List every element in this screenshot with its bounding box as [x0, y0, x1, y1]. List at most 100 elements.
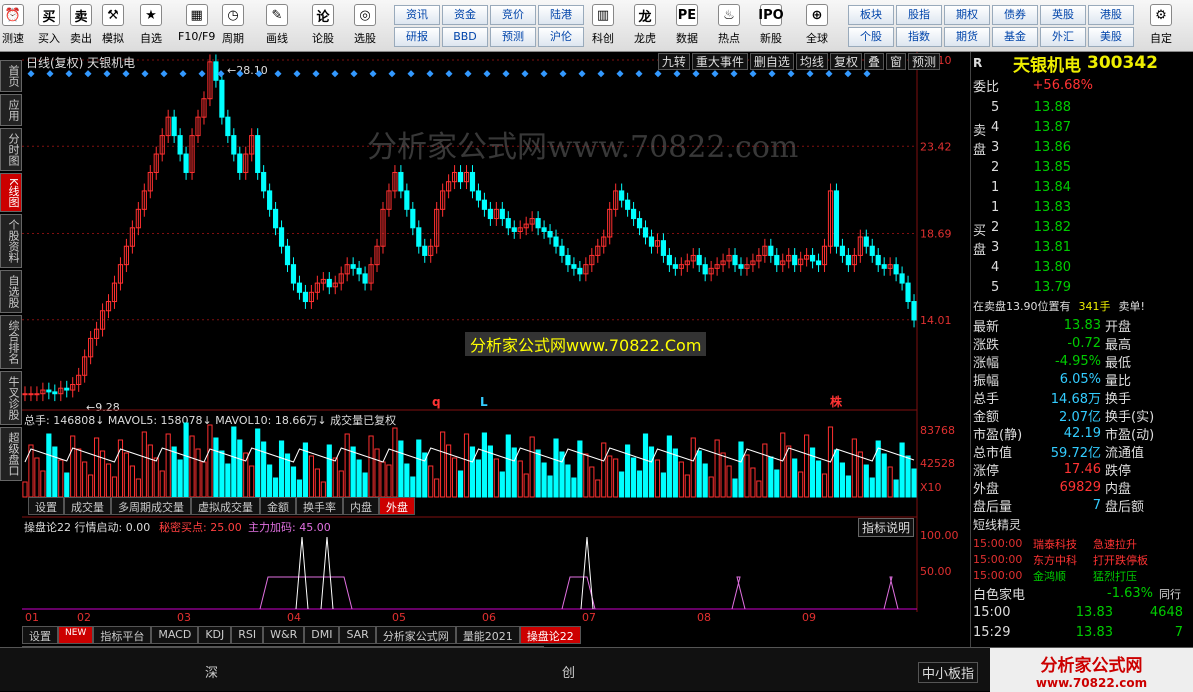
toolbar-买入[interactable]: 买买入 — [38, 4, 60, 50]
chart-tool-窗[interactable]: 窗 — [885, 53, 906, 70]
toolbar-icon-3-icon: ⚒ — [102, 4, 124, 26]
toolbar-周期[interactable]: ◷ 周期 — [222, 4, 244, 50]
toolbar-数据[interactable]: PE 数据 — [676, 4, 698, 50]
candle — [272, 201, 279, 236]
subtab-设置[interactable]: 设置 — [28, 497, 64, 515]
toolbar-热点[interactable]: ♨ 热点 — [718, 4, 740, 50]
grid-btn-预测[interactable]: 预测 — [490, 27, 536, 47]
toolbar-自选[interactable]: ★ 自选 — [140, 4, 162, 50]
left-tab-1[interactable]: 应用 — [0, 94, 22, 126]
subtab-金额[interactable]: 金额 — [260, 497, 296, 515]
toolbar-卖出[interactable]: 卖卖出 — [70, 4, 92, 50]
chart-tool-复权[interactable]: 复权 — [829, 53, 862, 70]
grid-btn-期货[interactable]: 期货 — [944, 27, 990, 47]
indicator-tab-操盘论22[interactable]: 操盘论22 — [519, 626, 581, 644]
candle — [493, 201, 499, 226]
chart-tool-均线[interactable]: 均线 — [795, 53, 828, 70]
market-sz[interactable]: 深 — [205, 662, 218, 681]
toolbar-模拟[interactable]: ⚒ 模拟 — [102, 4, 124, 50]
toolbar-全球[interactable]: ⊕ 全球 — [806, 4, 828, 50]
candle — [344, 257, 350, 282]
peers-button[interactable]: 同行 — [1159, 586, 1181, 602]
grid-btn-研报[interactable]: 研报 — [394, 27, 440, 47]
toolbar-科创[interactable]: ▥ 科创 — [592, 4, 614, 50]
left-tab-3[interactable]: K线图 — [0, 173, 22, 213]
left-tab-2[interactable]: 分时图 — [0, 128, 22, 171]
market-cy[interactable]: 创 — [562, 662, 575, 681]
grid-btn-基金[interactable]: 基金 — [992, 27, 1038, 47]
subtab-虚拟成交量[interactable]: 虚拟成交量 — [191, 497, 260, 515]
grid-btn-英股[interactable]: 英股 — [1040, 5, 1086, 25]
event-marker — [369, 70, 377, 78]
chart-area[interactable]: 28.1023.4218.6914.01←28.10←9.28qL株总手: 14… — [22, 52, 970, 664]
indicator-tab-KDJ[interactable]: KDJ — [198, 626, 232, 644]
grid-btn-股指[interactable]: 股指 — [896, 5, 942, 25]
chart-tool-叠[interactable]: 叠 — [863, 53, 884, 70]
left-tab-0[interactable]: 首页 — [0, 60, 22, 92]
volume-bar — [392, 427, 398, 498]
subtab-多周期成交量[interactable]: 多周期成交量 — [111, 497, 191, 515]
grid-btn-债券[interactable]: 债券 — [992, 5, 1038, 25]
grid-btn-资讯[interactable]: 资讯 — [394, 5, 440, 25]
indicator-tab-SAR[interactable]: SAR — [339, 626, 376, 644]
volume-bar — [362, 472, 368, 498]
grid-btn-板块[interactable]: 板块 — [848, 5, 894, 25]
indicator-tab-量能2021[interactable]: 量能2021 — [455, 626, 520, 644]
grid-btn-港股[interactable]: 港股 — [1088, 5, 1134, 25]
indicator-tab-分析家公式网[interactable]: 分析家公式网 — [375, 626, 456, 644]
indicator-tab-NEW[interactable]: NEW — [58, 626, 94, 644]
volume-bar — [625, 444, 631, 498]
grid-btn-指数[interactable]: 指数 — [896, 27, 942, 47]
volume-bar — [255, 428, 261, 498]
chart-tool-重大事件[interactable]: 重大事件 — [691, 53, 748, 70]
toolbar-画线[interactable]: ✎ 画线 — [266, 4, 288, 50]
chart-tool-九转[interactable]: 九转 — [657, 53, 690, 70]
stat-label: 市盈(静) — [973, 428, 1023, 443]
grid-btn-陆港[interactable]: 陆港 — [538, 5, 584, 25]
grid-btn-资金[interactable]: 资金 — [442, 5, 488, 25]
left-tab-6[interactable]: 综合排名 — [0, 315, 22, 370]
indicator-help-button[interactable]: 指标说明 — [858, 518, 915, 537]
left-tab-7[interactable]: 牛叉诊股 — [0, 371, 22, 426]
subtab-内盘[interactable]: 内盘 — [343, 497, 379, 515]
toolbar-新股[interactable]: IPO 新股 — [758, 4, 784, 50]
candle — [821, 238, 828, 273]
grid-btn-美股[interactable]: 美股 — [1088, 27, 1134, 47]
volume-bar — [798, 471, 804, 498]
event-marker — [274, 70, 282, 78]
volume-bar — [308, 455, 314, 498]
indicator-tab-W&R[interactable]: W&R — [263, 626, 305, 644]
grid-btn-竞价[interactable]: 竞价 — [490, 5, 536, 25]
toolbar-论股[interactable]: 论论股 — [312, 4, 334, 50]
subtab-成交量[interactable]: 成交量 — [64, 497, 111, 515]
volume-bar — [368, 435, 374, 498]
indicator-tab-MACD[interactable]: MACD — [151, 626, 199, 644]
indicator-tab-RSI[interactable]: RSI — [231, 626, 264, 644]
indicator-tab-指标平台[interactable]: 指标平台 — [93, 626, 152, 644]
chart-tool-删自选[interactable]: 删自选 — [749, 53, 794, 70]
stock-code: 300342 — [1087, 53, 1158, 73]
flow-stock[interactable]: 金鸿顺 — [1033, 568, 1093, 584]
grid-btn-期权[interactable]: 期权 — [944, 5, 990, 25]
toolbar-icon2-4-icon: IPO — [758, 4, 784, 26]
grid-btn-外汇[interactable]: 外汇 — [1040, 27, 1086, 47]
subtab-换手率[interactable]: 换手率 — [296, 497, 343, 515]
left-tab-8[interactable]: 超级盘口 — [0, 427, 22, 482]
sector-name[interactable]: 白色家电 — [973, 584, 1063, 603]
toolbar-选股[interactable]: ◎ 选股 — [354, 4, 376, 50]
subtab-外盘[interactable]: 外盘 — [379, 497, 415, 515]
toolbar-F10/F9[interactable]: ▦ F10/F9 — [178, 4, 215, 50]
toolbar-龙虎[interactable]: 龙龙虎 — [634, 4, 656, 50]
grid-btn-BBD[interactable]: BBD — [442, 27, 488, 47]
chart-tool-预测[interactable]: 预测 — [907, 53, 940, 70]
grid-btn-沪伦[interactable]: 沪伦 — [538, 27, 584, 47]
volume-bar — [34, 457, 40, 498]
left-tab-5[interactable]: 自选股 — [0, 270, 22, 314]
grid-btn-个股[interactable]: 个股 — [848, 27, 894, 47]
left-tab-4[interactable]: 个股资料 — [0, 214, 22, 269]
settings-button[interactable]: ⚙ 自定 — [1150, 4, 1172, 50]
toolbar-测速[interactable]: ⏰ 测速 — [2, 4, 24, 50]
indicator-tab-设置[interactable]: 设置 — [22, 626, 58, 644]
sme-index[interactable]: 中小板指 — [918, 662, 979, 683]
indicator-tab-DMI[interactable]: DMI — [304, 626, 340, 644]
